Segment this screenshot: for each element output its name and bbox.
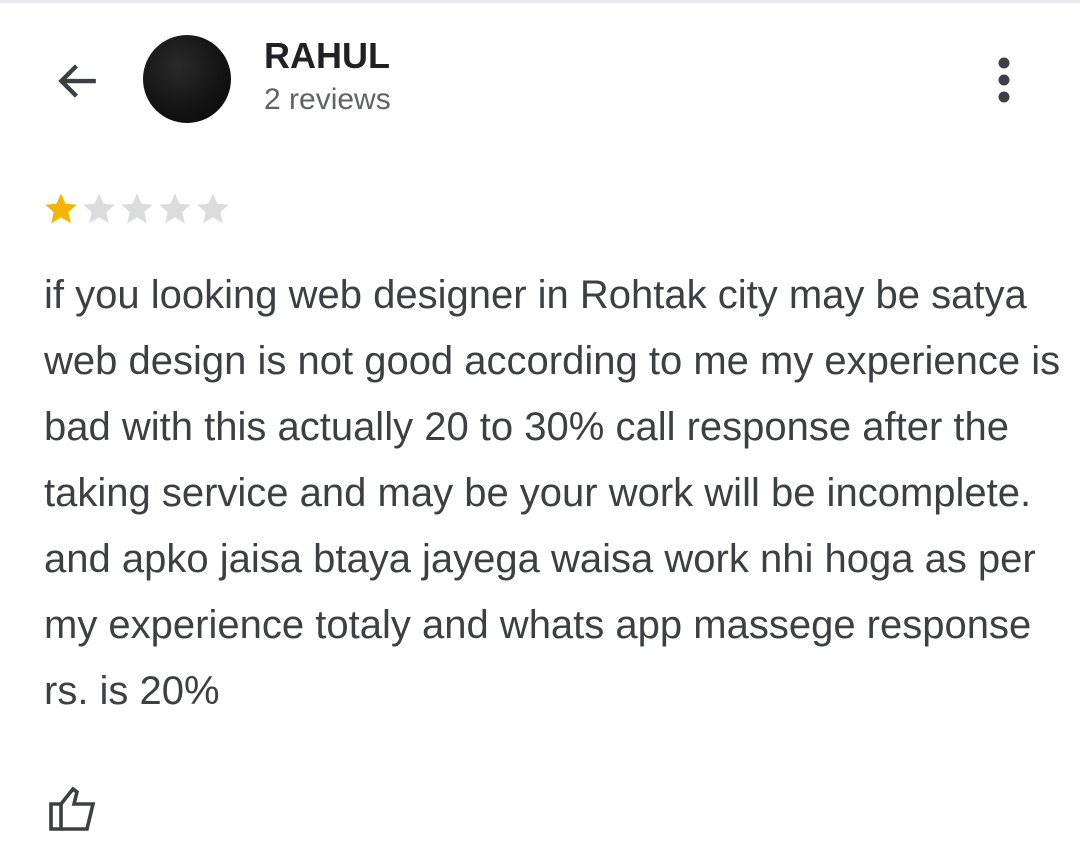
star-empty-icon bbox=[121, 193, 153, 224]
review-count: 2 reviews bbox=[264, 83, 391, 116]
top-divider bbox=[0, 0, 1080, 3]
review-text: if you looking web designer in Rohtak ci… bbox=[44, 273, 1061, 713]
more-vertical-icon bbox=[998, 57, 1010, 103]
arrow-left-icon bbox=[58, 64, 96, 98]
thumbs-up-icon bbox=[49, 786, 96, 831]
star-empty-icon bbox=[83, 193, 115, 224]
like-button[interactable] bbox=[40, 780, 104, 836]
avatar[interactable] bbox=[143, 35, 231, 123]
back-button[interactable] bbox=[46, 50, 108, 112]
star-rating bbox=[42, 190, 232, 228]
star-filled-icon bbox=[45, 193, 77, 224]
star-empty-icon bbox=[159, 193, 191, 224]
more-options-button[interactable] bbox=[980, 50, 1028, 110]
reviewer-name[interactable]: RAHUL bbox=[264, 36, 390, 76]
star-empty-icon bbox=[197, 193, 229, 224]
